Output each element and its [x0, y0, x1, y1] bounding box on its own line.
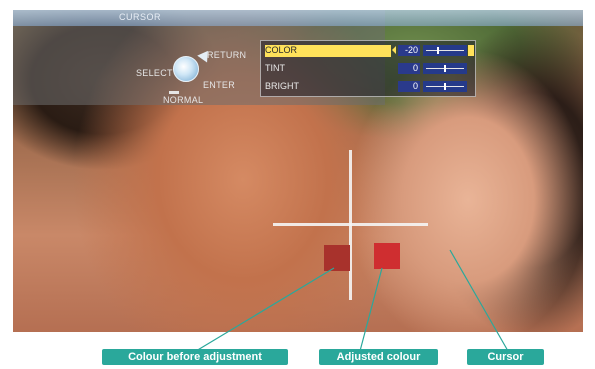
callout-adjusted-label: Adjusted colour	[319, 349, 438, 365]
callout-lines	[195, 249, 509, 352]
callout-before-label: Colour before adjustment	[102, 349, 288, 365]
callout-cursor-label: Cursor	[467, 349, 544, 365]
callout-line-adjusted	[359, 267, 383, 352]
callout-line-before	[195, 267, 335, 352]
callout-line-cursor	[449, 249, 509, 352]
